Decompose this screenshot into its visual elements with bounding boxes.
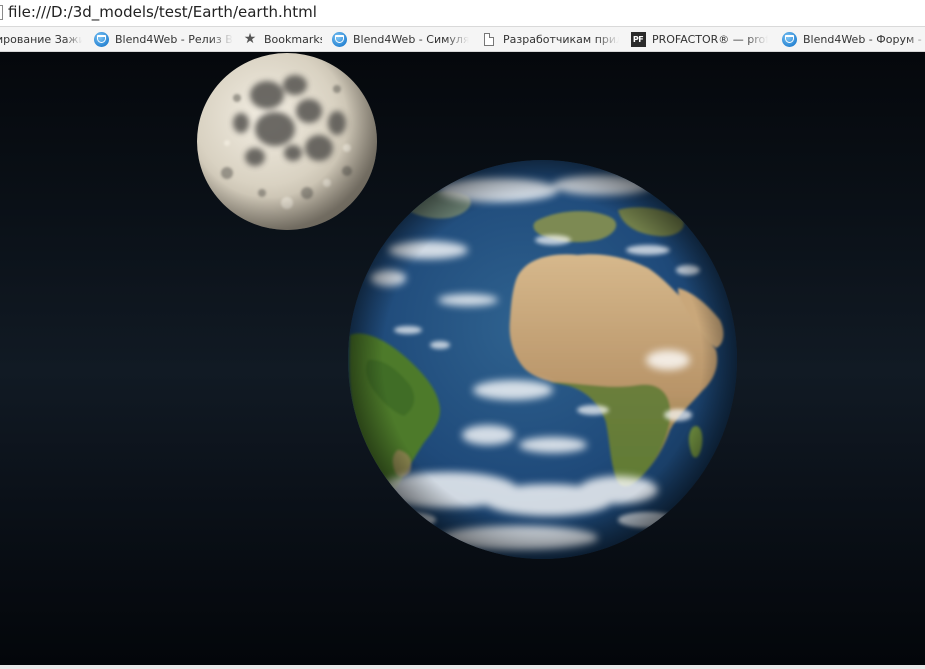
bookmark-label: Bookmarks xyxy=(264,32,322,46)
moon-sphere xyxy=(197,53,377,230)
webgl-canvas[interactable] xyxy=(0,52,925,665)
browser-window: file:///D:/3d_models/test/Earth/earth.ht… xyxy=(0,0,925,669)
url-text[interactable]: file:///D:/3d_models/test/Earth/earth.ht… xyxy=(8,2,317,22)
bookmark-label: Разработчикам приложений xyxy=(503,32,619,46)
bookmark-item-4[interactable]: Blend4Web - Симуляция xyxy=(331,27,469,51)
bookmark-label: Blend4Web - Форум - С xyxy=(803,32,925,46)
blend4web-icon xyxy=(781,31,797,47)
bookmark-label: PROFACTOR® — profe xyxy=(652,32,768,46)
bookmark-item-1[interactable]: ирование Зажиг xyxy=(0,27,82,51)
document-icon xyxy=(481,31,497,47)
blend4web-icon xyxy=(331,31,347,47)
bookmark-item-2[interactable]: Blend4Web - Релиз Blend4Web xyxy=(93,27,233,51)
bookmark-label: ирование Зажиг xyxy=(0,32,82,46)
star-icon: ★ xyxy=(243,31,257,47)
earth-sphere xyxy=(348,160,737,559)
bookmark-label: Blend4Web - Симуляция xyxy=(353,32,469,46)
bookmark-item-3[interactable]: ★ Bookmarks xyxy=(242,27,322,51)
profactor-icon: PF xyxy=(630,31,646,47)
bookmark-label: Blend4Web - Релиз Blend4Web xyxy=(115,32,233,46)
bookmark-item-6[interactable]: PF PROFACTOR® — profe xyxy=(630,27,768,51)
blend4web-icon xyxy=(93,31,109,47)
bookmarks-bar: ирование Зажиг Blend4Web - Релиз Blend4W… xyxy=(0,27,925,52)
bookmark-item-5[interactable]: Разработчикам приложений xyxy=(481,27,619,51)
window-bottom-edge xyxy=(0,665,925,669)
address-bar[interactable]: file:///D:/3d_models/test/Earth/earth.ht… xyxy=(0,0,925,27)
bookmark-item-7[interactable]: Blend4Web - Форум - С xyxy=(781,27,925,51)
page-icon xyxy=(0,5,3,20)
